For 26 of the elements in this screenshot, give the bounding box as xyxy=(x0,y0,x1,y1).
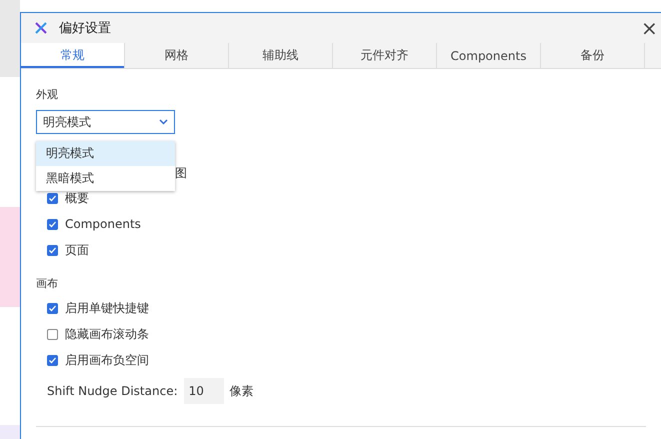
section-label: 外观 xyxy=(36,87,58,102)
app-logo-icon xyxy=(35,22,47,34)
checkbox-label: 启用单键快捷键 xyxy=(65,300,149,316)
checkbox[interactable] xyxy=(47,354,58,366)
checkbox-label: Components xyxy=(65,217,141,231)
background-panel xyxy=(0,425,20,439)
checkbox[interactable] xyxy=(47,244,58,256)
checkbox[interactable] xyxy=(47,328,58,340)
checkbox[interactable] xyxy=(47,218,58,230)
checkbox-label: 概要 xyxy=(65,190,89,206)
nudge-label: Shift Nudge Distance: xyxy=(47,384,178,398)
theme-select[interactable]: 明亮模式 xyxy=(36,110,175,134)
checkbox-label: 启用画布负空间 xyxy=(65,352,149,368)
dropdown-option[interactable]: 黑暗模式 xyxy=(36,166,175,191)
tab[interactable]: 常规 xyxy=(21,43,125,68)
checkbox-label: 页面 xyxy=(65,242,89,258)
checkbox[interactable] xyxy=(47,302,58,314)
window-title: 偏好设置 xyxy=(59,20,112,37)
nudge-input[interactable]: 10 xyxy=(184,378,224,404)
unit-label: 像素 xyxy=(230,382,254,400)
close-button[interactable]: × xyxy=(641,16,661,40)
checkbox-label: 隐藏画布滚动条 xyxy=(65,326,149,342)
dropdown-option[interactable]: 明亮模式 xyxy=(36,141,175,166)
checkbox-label: 图 xyxy=(175,164,188,182)
section-label: 画布 xyxy=(36,276,58,291)
checkbox[interactable] xyxy=(47,192,58,204)
